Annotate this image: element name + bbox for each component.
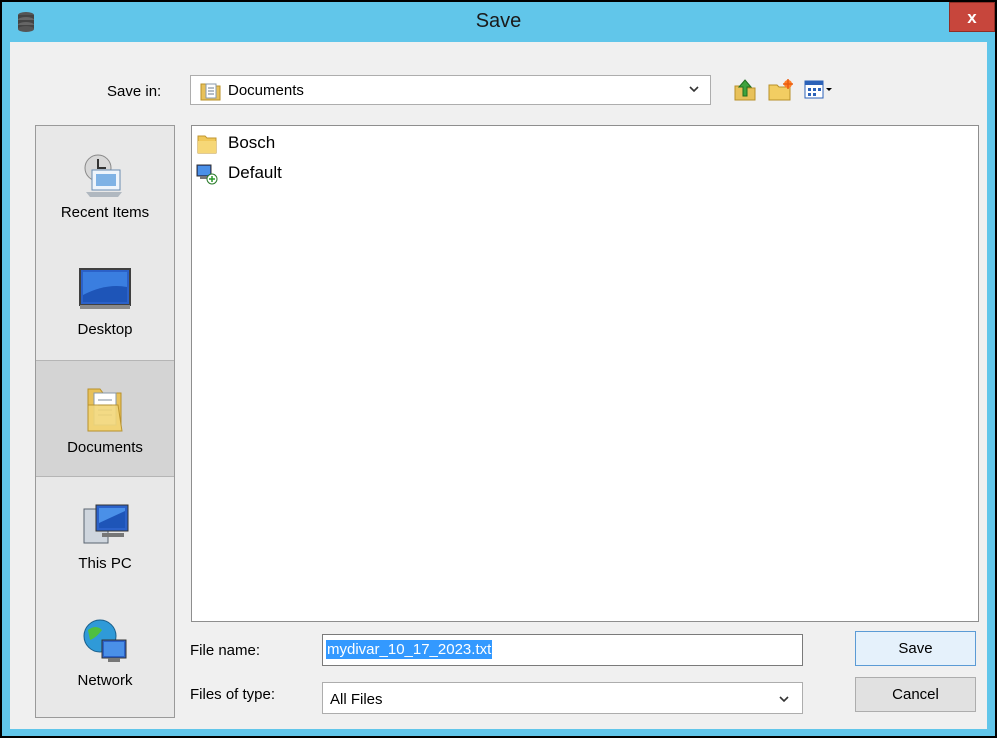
new-folder-icon[interactable] [768, 78, 794, 102]
place-label: Network [77, 672, 133, 689]
place-label: Documents [67, 439, 143, 456]
place-label: This PC [78, 555, 132, 572]
dialog-body: Save in: Documents Recent Items Desktop … [10, 42, 987, 729]
place-desktop[interactable]: Desktop [36, 243, 174, 360]
file-name-label: File name: [190, 642, 261, 659]
recent-items-icon [84, 154, 122, 197]
file-type-value: All Files [330, 691, 383, 708]
shortcut-icon [196, 164, 218, 185]
save-in-dropdown[interactable]: Documents [190, 75, 711, 105]
cancel-button[interactable]: Cancel [855, 677, 976, 712]
documents-folder-icon [200, 83, 221, 101]
this-pc-icon [83, 504, 129, 544]
file-name-value: mydivar_10_17_2023.txt [326, 640, 493, 659]
file-type-label: Files of type: [190, 686, 276, 703]
view-menu-icon[interactable] [804, 79, 834, 101]
place-network[interactable]: Network [36, 594, 174, 711]
file-name: Bosch [228, 133, 276, 152]
folder-icon [197, 135, 217, 154]
file-list[interactable]: Bosch Default [191, 125, 979, 622]
chevron-down-icon[interactable] [688, 83, 700, 95]
save-in-label: Save in: [107, 83, 162, 100]
place-recent-items[interactable]: Recent Items [36, 126, 174, 243]
title-bar[interactable]: Save x [2, 2, 995, 42]
place-label: Desktop [77, 321, 133, 338]
chevron-down-icon[interactable] [778, 693, 790, 705]
places-bar: Recent Items Desktop Documents This PC N… [35, 125, 175, 718]
file-name: Default [228, 163, 282, 182]
up-one-level-icon[interactable] [733, 78, 757, 102]
close-button[interactable]: x [949, 2, 995, 32]
window-title: Save [475, 10, 522, 32]
network-icon [83, 619, 127, 662]
save-dialog: Save x Save in: Documents Recent Items D… [0, 0, 997, 738]
place-this-pc[interactable]: This PC [36, 477, 174, 594]
documents-icon [87, 388, 123, 432]
file-type-dropdown[interactable]: All Files [322, 682, 803, 714]
file-name-input[interactable]: mydivar_10_17_2023.txt [322, 634, 803, 666]
save-button[interactable]: Save [855, 631, 976, 666]
desktop-icon [79, 268, 131, 309]
save-in-value: Documents [228, 82, 304, 99]
place-label: Recent Items [60, 204, 150, 221]
place-documents[interactable]: Documents [36, 360, 174, 477]
